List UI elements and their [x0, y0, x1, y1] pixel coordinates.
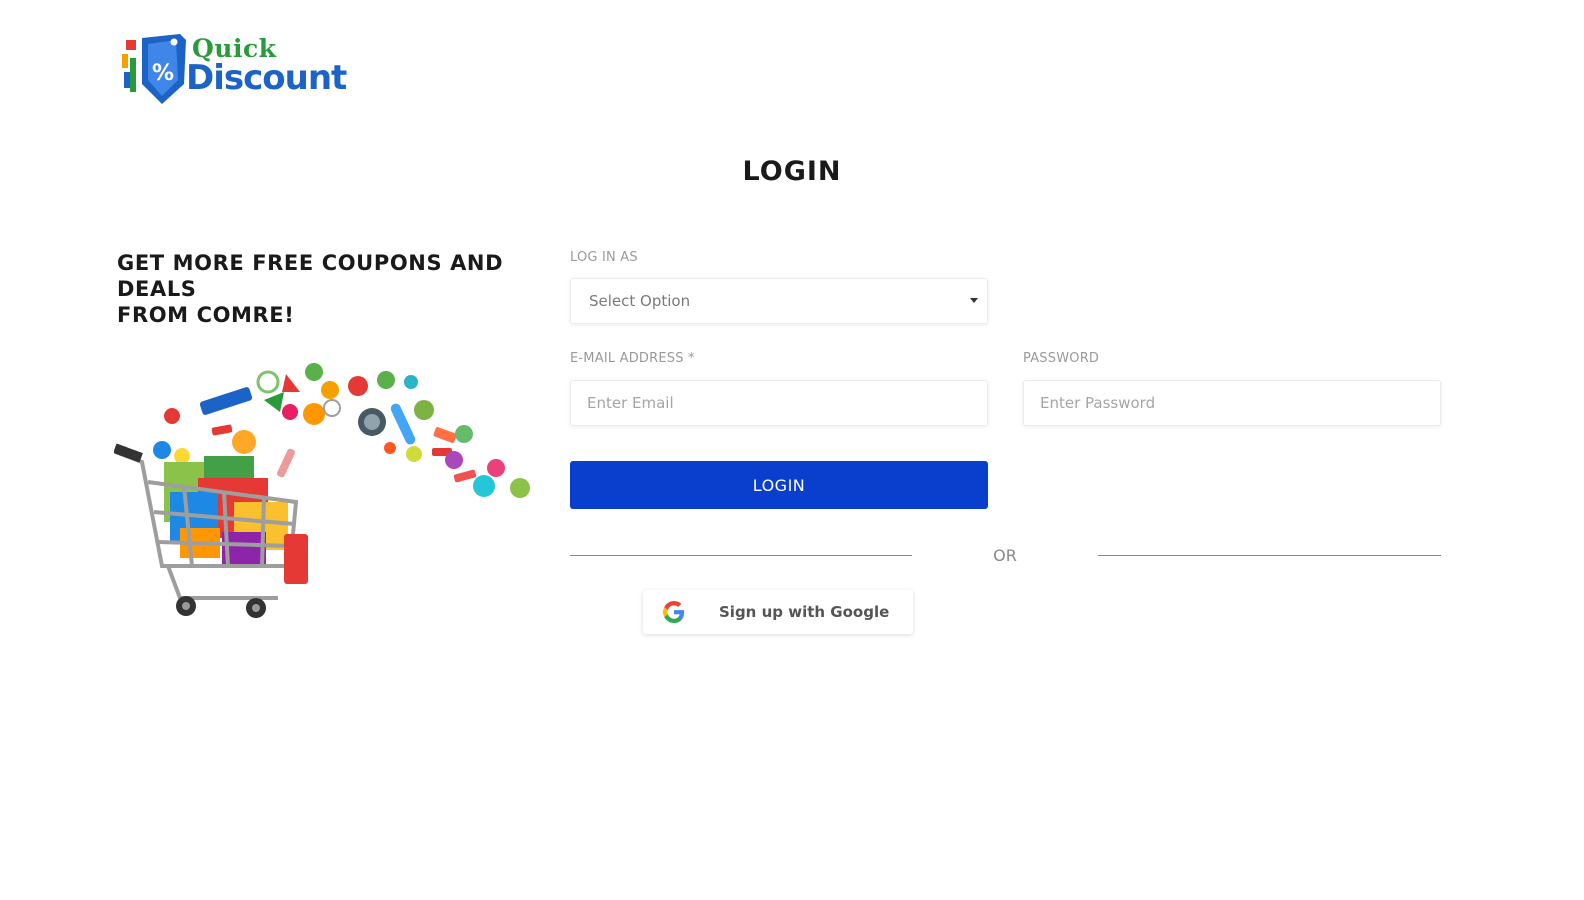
brand-name-line2: Discount: [186, 58, 347, 98]
password-label: PASSWORD: [1023, 351, 1100, 366]
google-signup-button[interactable]: Sign up with Google: [643, 590, 913, 634]
password-field[interactable]: [1024, 381, 1440, 425]
divider-left: [570, 555, 912, 556]
or-divider-label: OR: [993, 546, 1017, 565]
email-field-wrapper: [570, 380, 988, 426]
login-as-selected-value: Select Option: [589, 292, 691, 310]
google-signup-label: Sign up with Google: [719, 603, 890, 621]
divider-right: [1098, 555, 1441, 556]
svg-text:%: %: [152, 61, 174, 86]
promo-line-1: GET MORE FREE COUPONS AND DEALS: [117, 251, 504, 301]
email-label: E-MAIL ADDRESS *: [570, 351, 695, 366]
email-field[interactable]: [571, 381, 987, 425]
shopping-cart-illustration: [114, 363, 530, 618]
caret-down-icon: [970, 298, 978, 303]
page-title: LOGIN: [742, 156, 842, 187]
price-tag-logo-icon: %: [122, 34, 186, 104]
login-as-select[interactable]: Select Option: [570, 278, 988, 324]
promo-heading: GET MORE FREE COUPONS AND DEALS FROM COM…: [117, 250, 537, 328]
login-as-label: LOG IN AS: [570, 250, 638, 265]
google-g-icon: [663, 601, 685, 623]
password-field-wrapper: [1023, 380, 1441, 426]
brand-logo[interactable]: % Quick Discount: [120, 28, 360, 108]
login-button[interactable]: LOGIN: [570, 461, 988, 509]
promo-line-2: FROM COMRE!: [117, 303, 295, 327]
